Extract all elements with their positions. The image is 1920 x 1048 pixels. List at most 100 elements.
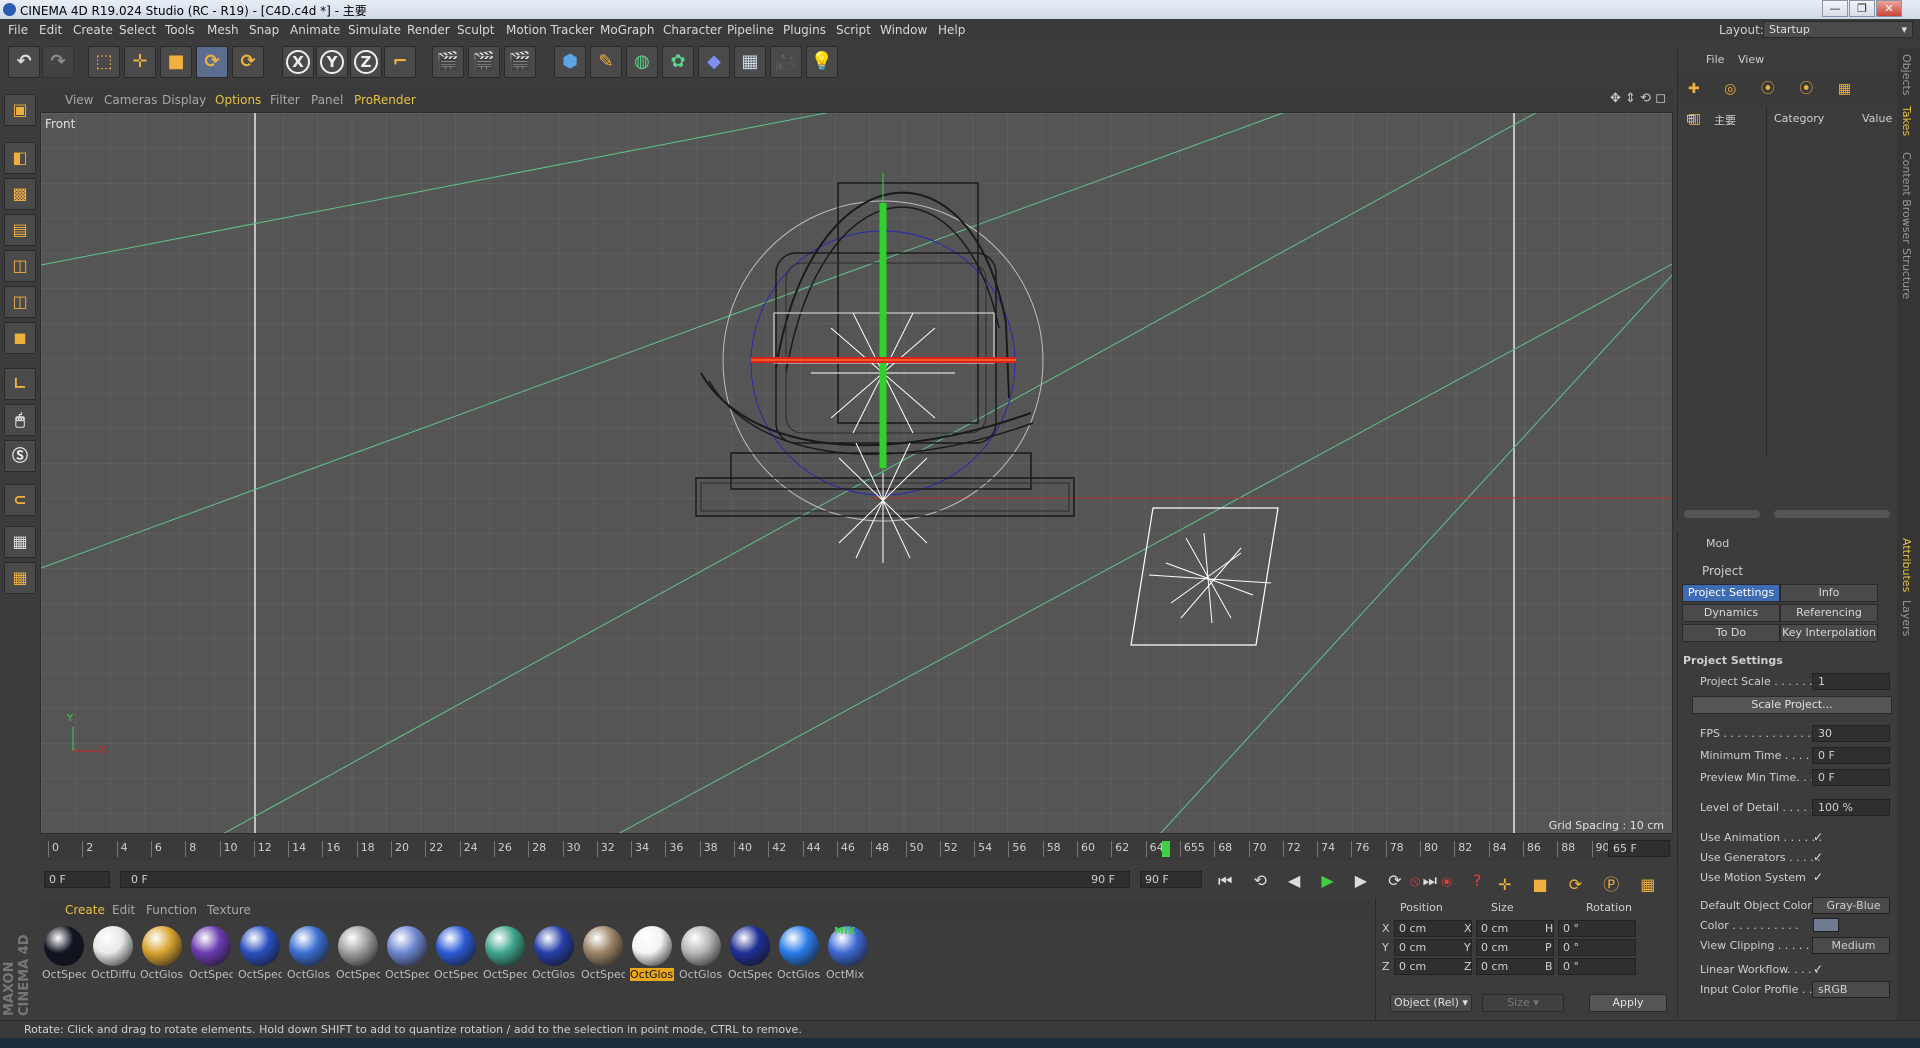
viewport-nav-icons[interactable]: ✥ ⇕ ⟲ ◻ bbox=[1610, 91, 1666, 106]
planar-workplane-button[interactable]: ▦ bbox=[4, 562, 36, 594]
tab-key-interpolation[interactable]: Key Interpolation bbox=[1780, 624, 1878, 642]
color-swatch[interactable] bbox=[1813, 918, 1839, 932]
project-scale-field[interactable]: 1 bbox=[1812, 673, 1890, 690]
material-slot[interactable]: OctSpec bbox=[434, 924, 478, 984]
menu-snap[interactable]: Snap bbox=[249, 23, 279, 37]
attr-mode-menu[interactable]: Mod bbox=[1706, 537, 1729, 550]
material-slot[interactable]: OctSpec bbox=[189, 924, 233, 984]
render-settings-button[interactable]: 🎬 bbox=[504, 46, 536, 78]
menu-sculpt[interactable]: Sculpt bbox=[457, 23, 494, 37]
menu-mograph[interactable]: MoGraph bbox=[600, 23, 655, 37]
deformer-button[interactable]: ◆ bbox=[698, 46, 730, 78]
recent-tool-button[interactable]: ⟳ bbox=[232, 46, 264, 78]
menu-window[interactable]: Window bbox=[880, 23, 927, 37]
coord-pos-field[interactable]: 0 cm bbox=[1394, 920, 1472, 937]
scale-project-button[interactable]: Scale Project... bbox=[1692, 696, 1892, 714]
vp-menu-filter[interactable]: Filter bbox=[270, 93, 300, 107]
min-time-field[interactable]: 0 F bbox=[1812, 747, 1890, 764]
menu-help[interactable]: Help bbox=[938, 23, 965, 37]
model-mode-button[interactable]: ◧ bbox=[4, 142, 36, 174]
timeline-ruler[interactable]: 0 2 4 6 8 10 12 14 16 18 20 22 24 26 28 30 32 34 36 38 40 42 4… bbox=[40, 838, 1673, 860]
coord-rot-field[interactable]: 0 ° bbox=[1558, 939, 1636, 956]
vp-menu-panel[interactable]: Panel bbox=[311, 93, 343, 107]
scale-tool-button[interactable]: ■ bbox=[160, 46, 192, 78]
rotate-tool-button[interactable]: ⟳ bbox=[196, 46, 228, 78]
move-tool-button[interactable]: ✛ bbox=[124, 46, 156, 78]
side-tab-structure[interactable]: Structure bbox=[1900, 248, 1913, 299]
subdivision-button[interactable]: ◍ bbox=[626, 46, 658, 78]
viewport-front[interactable]: Front Y X Grid Spacing: 10 cm bbox=[40, 112, 1673, 834]
mat-menu-function[interactable]: Function bbox=[146, 903, 197, 917]
level-of-detail-field[interactable]: 100 % bbox=[1812, 799, 1890, 816]
menu-motion-tracker[interactable]: Motion Tracker bbox=[506, 23, 594, 37]
keyframe-controls[interactable]: ⦸ ⦿ ? bbox=[1410, 871, 1490, 891]
material-slot[interactable]: OctGlos bbox=[679, 924, 723, 984]
horizontal-scrollbar-values[interactable] bbox=[1774, 510, 1890, 518]
take-main[interactable]: 主要 bbox=[1714, 112, 1736, 128]
menu-animate[interactable]: Animate bbox=[290, 23, 340, 37]
coordinate-mode-select[interactable]: Object (Rel) ▾ bbox=[1390, 994, 1472, 1012]
material-slot[interactable]: MIX OctMix bbox=[826, 924, 870, 984]
menu-mesh[interactable]: Mesh bbox=[207, 23, 239, 37]
end-frame-field[interactable]: 90 F bbox=[1140, 871, 1202, 888]
input-color-profile-select[interactable]: sRGB bbox=[1812, 981, 1890, 998]
tab-dynamics[interactable]: Dynamics bbox=[1682, 604, 1780, 622]
menu-create[interactable]: Create bbox=[73, 23, 113, 37]
minimize-button[interactable]: — bbox=[1822, 0, 1848, 17]
close-button[interactable]: ✕ bbox=[1876, 0, 1902, 17]
vp-menu-options[interactable]: Options bbox=[215, 93, 261, 107]
snap-button[interactable]: ⊂ bbox=[4, 484, 36, 516]
coordinate-system-button[interactable]: ⌐ bbox=[384, 46, 416, 78]
layout-select[interactable]: Startup ▾ bbox=[1763, 21, 1913, 38]
coord-size-field[interactable]: 0 cm bbox=[1476, 920, 1554, 937]
mat-menu-edit[interactable]: Edit bbox=[112, 903, 135, 917]
material-slot[interactable]: OctSpec bbox=[483, 924, 527, 984]
frame-range-slider[interactable]: 0 F 90 F bbox=[120, 871, 1130, 888]
takes-toolbar[interactable]: ✚ ◎ ⦿ ⦿ ▦ ▥ bbox=[1678, 74, 1898, 127]
take-expander-icon[interactable]: ⊟ bbox=[1686, 112, 1695, 125]
use-animation-checkbox[interactable]: ✓ bbox=[1813, 830, 1827, 844]
coord-size-field[interactable]: 0 cm bbox=[1476, 939, 1554, 956]
lock-workplane-button[interactable]: ▦ bbox=[4, 526, 36, 558]
vp-menu-display[interactable]: Display bbox=[162, 93, 206, 107]
tab-info[interactable]: Info bbox=[1780, 584, 1878, 602]
side-tab-content-browser[interactable]: Content Browser bbox=[1900, 152, 1913, 244]
coord-pos-field[interactable]: 0 cm bbox=[1394, 958, 1472, 975]
material-slot[interactable]: OctGlos bbox=[532, 924, 576, 984]
z-axis-lock-button[interactable]: Z bbox=[350, 46, 382, 78]
coord-pos-field[interactable]: 0 cm bbox=[1394, 939, 1472, 956]
horizontal-scrollbar[interactable] bbox=[1684, 510, 1760, 518]
undo-button[interactable]: ↶ bbox=[8, 46, 40, 78]
workplane-mode-button[interactable]: ▤ bbox=[4, 214, 36, 246]
make-editable-button[interactable]: ▣ bbox=[4, 94, 36, 126]
mat-menu-create[interactable]: Create bbox=[65, 903, 105, 917]
camera-button[interactable]: 🎥 bbox=[770, 46, 802, 78]
pen-spline-button[interactable]: ✎ bbox=[590, 46, 622, 78]
y-axis-lock-button[interactable]: Y bbox=[316, 46, 348, 78]
menu-select[interactable]: Select bbox=[119, 23, 156, 37]
menu-tools[interactable]: Tools bbox=[165, 23, 195, 37]
use-generators-checkbox[interactable]: ✓ bbox=[1813, 850, 1827, 864]
points-mode-button[interactable]: ◫ bbox=[4, 250, 36, 282]
material-slot[interactable]: OctSpec bbox=[238, 924, 282, 984]
material-slot[interactable]: OctSpec bbox=[581, 924, 625, 984]
menu-edit[interactable]: Edit bbox=[39, 23, 62, 37]
play-icon[interactable]: ▶ bbox=[1321, 871, 1341, 890]
menu-character[interactable]: Character bbox=[663, 23, 722, 37]
material-slot[interactable]: OctGlos bbox=[777, 924, 821, 984]
material-slot[interactable]: OctSpec bbox=[42, 924, 86, 984]
material-slot[interactable]: OctDiffu bbox=[91, 924, 135, 984]
coord-size-field[interactable]: 0 cm bbox=[1476, 958, 1554, 975]
fps-field[interactable]: 30 bbox=[1812, 725, 1890, 742]
start-frame-field[interactable]: 0 F bbox=[44, 871, 110, 888]
cloner-button[interactable]: ✿ bbox=[662, 46, 694, 78]
linear-workflow-checkbox[interactable]: ✓ bbox=[1813, 962, 1827, 976]
size-mode-select[interactable]: Size ▾ bbox=[1482, 994, 1564, 1012]
cube-button[interactable]: ⬢ bbox=[554, 46, 586, 78]
menu-pipeline[interactable]: Pipeline bbox=[727, 23, 774, 37]
solo-button[interactable]: Ⓢ bbox=[4, 440, 36, 472]
vp-menu-cameras[interactable]: Cameras bbox=[104, 93, 157, 107]
x-axis-lock-button[interactable]: X bbox=[282, 46, 314, 78]
side-tab-attributes[interactable]: Attributes bbox=[1900, 538, 1913, 592]
material-slot[interactable]: OctSpec bbox=[385, 924, 429, 984]
